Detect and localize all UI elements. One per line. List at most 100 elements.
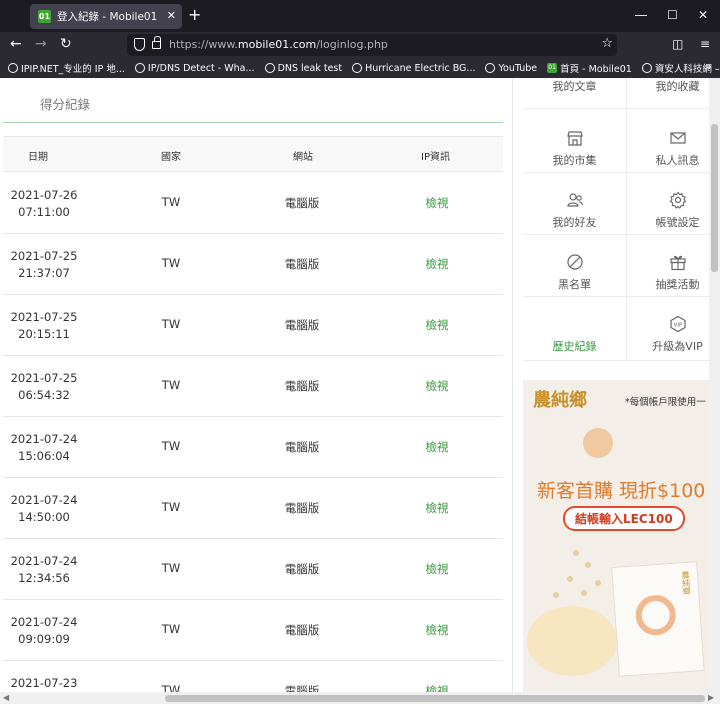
view-ip-link[interactable]: 檢視 — [417, 500, 457, 516]
table-row: 2021-07-25 21:37:07 TW 電腦版 檢視 — [3, 234, 503, 295]
row-site: 電腦版 — [284, 501, 320, 515]
row-country: TW — [161, 500, 181, 514]
view-ip-link[interactable]: 檢視 — [417, 317, 457, 333]
table-row: 2021-07-25 20:15:11 TW 電腦版 檢視 — [3, 295, 503, 356]
tracking-shield-icon[interactable] — [134, 38, 145, 51]
bookmark-item[interactable]: 01 首頁 - Mobile01 — [547, 61, 632, 75]
row-country: TW — [161, 622, 181, 636]
mobile01-favicon-icon: 01 — [38, 10, 51, 23]
menu-my-market[interactable]: 我的市集 — [528, 120, 621, 182]
table-row: 2021-07-24 15:06:04 TW 電腦版 檢視 — [3, 417, 503, 478]
address-bar[interactable]: https://www.mobile01.com/loginlog.php ☆ — [127, 34, 617, 56]
advertisement-banner[interactable]: 農純鄉 *每個帳戶限使用一 新客首購 現折$100 結帳輸入LEC100 農純鄉 — [523, 380, 709, 692]
forward-arrow-icon[interactable]: → — [35, 36, 47, 52]
ad-brand: 農純鄉 — [533, 390, 587, 411]
bookmark-item[interactable]: Hurricane Electric BG... — [352, 63, 475, 74]
ad-bean — [581, 590, 587, 596]
header-date: 日期 — [28, 152, 48, 163]
bookmark-star-icon[interactable]: ☆ — [601, 36, 613, 51]
ad-note: *每個帳戶限使用一 — [625, 397, 706, 408]
view-ip-link[interactable]: 檢視 — [417, 378, 457, 394]
horizontal-scroll-thumb[interactable] — [165, 695, 705, 702]
reload-icon[interactable]: ↻ — [60, 36, 72, 52]
bookmark-item[interactable]: IP/DNS Detect - Wha... — [134, 63, 255, 74]
vertical-scrollbar[interactable] — [709, 78, 720, 692]
menu-private-messages[interactable]: 私人訊息 — [631, 120, 709, 182]
new-tab-button[interactable]: + — [188, 7, 201, 23]
more-bookmarks-icon[interactable]: » — [705, 60, 712, 73]
scroll-left-arrow-icon[interactable]: ◀ — [3, 693, 9, 702]
mobile01-icon: 01 — [547, 63, 558, 73]
row-datetime: 2021-07-26 07:11:00 — [10, 188, 78, 219]
globe-icon — [134, 63, 145, 73]
ad-bean — [595, 580, 601, 586]
menu-my-articles[interactable]: 我的文章 — [528, 78, 621, 108]
row-datetime: 2021-07-24 09:09:09 — [10, 615, 78, 646]
table-row: 2021-07-25 06:54:32 TW 電腦版 檢視 — [3, 356, 503, 417]
menu-history[interactable]: 歷史紀錄 — [528, 306, 621, 368]
maximize-icon[interactable]: ☐ — [667, 8, 678, 22]
table-row: 2021-07-24 09:09:09 TW 電腦版 檢視 — [3, 600, 503, 661]
menu-lucky-draw[interactable]: 抽獎活動 — [631, 244, 709, 306]
view-ip-link[interactable]: 檢視 — [417, 195, 457, 211]
ad-promo-text: 新客首購 現折$100 — [537, 480, 706, 502]
menu-grid-divider — [626, 78, 627, 360]
menu-label: 我的文章 — [552, 80, 597, 93]
page-content: 得分紀錄 日期 國家 網站 IP資訊 2021-07-26 07:11:00 TW… — [0, 78, 709, 692]
bookmark-item[interactable]: IPIP.NET_专业的 IP 地... — [8, 61, 125, 75]
row-datetime: 2021-07-24 15:06:04 — [10, 432, 78, 463]
ad-bowl-image — [527, 606, 617, 676]
ad-bean — [553, 592, 559, 598]
tab-active[interactable]: 01 登入紀錄 - Mobile01 ✕ — [30, 4, 182, 29]
view-ip-link[interactable]: 檢視 — [417, 439, 457, 455]
header-country: 國家 — [161, 152, 181, 163]
table-row: 2021-07-23 TW 電腦版 檢視 — [3, 661, 503, 692]
menu-my-friends[interactable]: 我的好友 — [528, 182, 621, 244]
menu-upgrade-vip[interactable]: VIP 升級為VIP — [631, 306, 709, 368]
vertical-scroll-thumb[interactable] — [711, 124, 718, 272]
ad-bean — [567, 576, 573, 582]
ad-bean — [573, 550, 579, 556]
menu-blacklist[interactable]: 黑名單 — [528, 244, 621, 306]
lock-icon[interactable] — [152, 36, 161, 49]
ad-decoration — [583, 428, 613, 458]
row-site: 電腦版 — [284, 562, 320, 576]
column-divider — [512, 78, 513, 692]
view-ip-link[interactable]: 檢視 — [417, 683, 457, 692]
table-row: 2021-07-26 07:11:00 TW 電腦版 檢視 — [3, 173, 503, 234]
menu-label: 我的好友 — [552, 216, 597, 229]
bookmark-item[interactable]: YouTube — [485, 63, 537, 74]
menu-account-settings[interactable]: 帳號設定 — [631, 182, 709, 244]
store-icon — [567, 131, 583, 146]
url-text[interactable]: https://www.mobile01.com/loginlog.php — [169, 38, 388, 51]
bookmark-item[interactable]: DNS leak test — [264, 63, 342, 74]
horizontal-scrollbar[interactable]: ◀ ▶ — [0, 692, 720, 704]
back-arrow-icon[interactable]: ← — [10, 36, 22, 52]
scroll-right-arrow-icon[interactable]: ▶ — [708, 693, 714, 702]
close-tab-icon[interactable]: ✕ — [167, 9, 176, 22]
minimize-icon[interactable]: ― — [635, 8, 647, 22]
pocket-icon[interactable]: ◫ — [672, 37, 683, 51]
view-ip-link[interactable]: 檢視 — [417, 256, 457, 272]
mail-icon — [670, 132, 686, 144]
close-window-icon[interactable]: ✕ — [698, 8, 708, 22]
row-site: 電腦版 — [284, 623, 320, 637]
block-icon — [567, 254, 583, 270]
row-datetime: 2021-07-24 12:34:56 — [10, 554, 78, 585]
row-site: 電腦版 — [284, 196, 320, 210]
section-title: 得分紀錄 — [40, 97, 91, 112]
menu-label: 歷史紀錄 — [552, 340, 597, 353]
row-datetime: 2021-07-24 14:50:00 — [10, 493, 78, 524]
globe-icon — [352, 63, 363, 73]
view-ip-link[interactable]: 檢視 — [417, 561, 457, 577]
view-ip-link[interactable]: 檢視 — [417, 622, 457, 638]
menu-icon[interactable]: ≡ — [700, 37, 710, 51]
row-datetime: 2021-07-25 21:37:07 — [10, 249, 78, 280]
ad-coupon-code: 結帳輸入LEC100 — [563, 506, 685, 531]
menu-my-favorites[interactable]: 我的收藏 — [631, 78, 709, 108]
row-country: TW — [161, 195, 181, 209]
globe-icon — [641, 63, 652, 73]
row-country: TW — [161, 378, 181, 392]
row-site: 電腦版 — [284, 257, 320, 271]
navigation-bar: ← → ↻ https://www.mobile01.com/loginlog.… — [0, 32, 720, 58]
